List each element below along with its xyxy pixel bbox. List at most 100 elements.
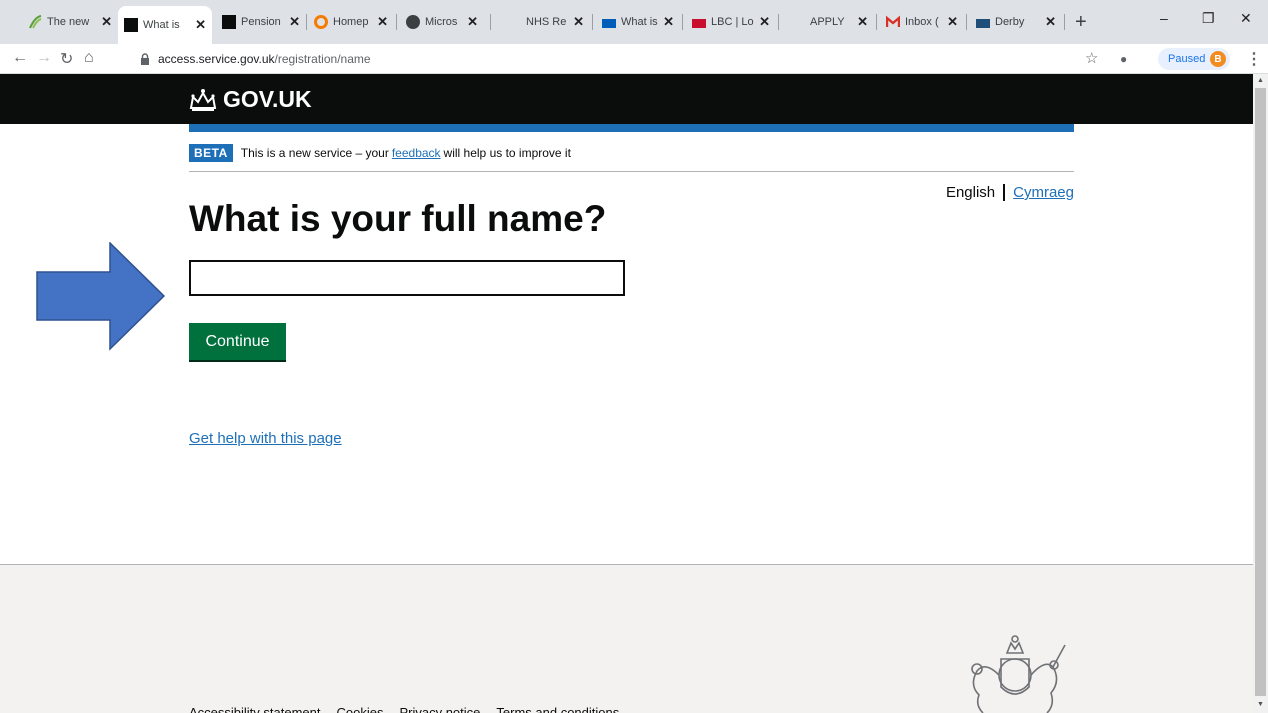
back-arrow-icon[interactable]: ←	[12, 49, 28, 67]
tab-label: Micros	[425, 16, 458, 28]
address-bar[interactable]: access.service.gov.uk/registration/name	[140, 47, 1080, 71]
browser-tab[interactable]: Inbox ( ✕	[880, 8, 964, 36]
bookmark-star-icon[interactable]: ☆	[1085, 49, 1098, 67]
full-name-input[interactable]	[189, 260, 625, 296]
nhs-favicon-icon	[602, 18, 616, 28]
tab-close-icon[interactable]: ✕	[1045, 14, 1056, 30]
avatar: B	[1210, 51, 1226, 67]
home-icon[interactable]: ⌂	[84, 49, 94, 67]
restore-window-icon[interactable]: ❐	[1202, 10, 1215, 27]
footer-links: Accessibility statement Cookies Privacy …	[189, 705, 619, 713]
scrollbar-thumb[interactable]	[1255, 88, 1266, 696]
govuk-crown-favicon-icon	[124, 18, 138, 32]
browser-tab[interactable]: What is ✕	[596, 8, 680, 36]
tab-favicon-icon	[28, 15, 42, 29]
get-help-link[interactable]: Get help with this page	[189, 430, 342, 447]
tab-close-icon[interactable]: ✕	[101, 14, 112, 30]
extension-circle-icon[interactable]: ●	[1120, 52, 1127, 66]
reload-icon[interactable]: ↻	[60, 49, 73, 69]
tab-label: NHS Re	[526, 16, 567, 28]
lbc-favicon-icon	[692, 18, 706, 28]
govuk-footer: Accessibility statement Cookies Privacy …	[0, 564, 1253, 713]
browser-toolbar: ← → ↻ ⌂ access.service.gov.uk/registrati…	[0, 44, 1268, 74]
browser-tab[interactable]: APPLY ✕	[804, 8, 874, 36]
browser-tab[interactable]: Pension ✕	[216, 8, 306, 36]
language-separator	[1003, 184, 1006, 201]
tab-close-icon[interactable]: ✕	[289, 14, 300, 30]
page-scrollbar[interactable]: ▲ ▼	[1253, 74, 1268, 713]
tab-separator	[778, 14, 779, 30]
tab-close-icon[interactable]: ✕	[759, 14, 770, 30]
browser-tab[interactable]: NHS Re ✕	[520, 8, 590, 36]
govuk-logo-text: GOV.UK	[223, 86, 312, 112]
url-host: access.service.gov.uk	[158, 52, 275, 66]
govuk-crown-favicon-icon	[222, 15, 236, 29]
tab-separator	[490, 14, 491, 30]
royal-coat-of-arms-icon	[971, 635, 1066, 713]
footer-privacy-link[interactable]: Privacy notice	[399, 705, 480, 713]
language-toggle: English Cymraeg	[946, 184, 1074, 201]
tab-label: Pension	[241, 16, 281, 28]
tab-label: APPLY	[810, 16, 845, 28]
minimize-window-icon[interactable]: –	[1160, 10, 1168, 26]
language-welsh-link[interactable]: Cymraeg	[1013, 184, 1074, 201]
close-window-icon[interactable]: ✕	[1240, 10, 1252, 27]
new-tab-icon[interactable]: +	[1075, 11, 1087, 34]
browser-tab-active[interactable]: What is ✕	[118, 6, 212, 44]
header-blue-border	[189, 124, 1074, 132]
tab-label: Homep	[333, 16, 369, 28]
tab-close-icon[interactable]: ✕	[573, 14, 584, 30]
footer-terms-link[interactable]: Terms and conditions	[496, 705, 619, 713]
blue-pointer-arrow-icon	[36, 242, 166, 351]
tab-close-icon[interactable]: ✕	[947, 14, 958, 30]
phase-banner: BETA This is a new service – your feedba…	[189, 144, 571, 162]
feedback-link[interactable]: feedback	[392, 146, 441, 160]
lock-icon	[141, 53, 149, 65]
scroll-up-icon[interactable]: ▲	[1257, 77, 1264, 84]
browser-tab[interactable]: LBC | Lo ✕	[686, 8, 776, 36]
tab-label: The new	[47, 16, 90, 28]
tab-separator	[396, 14, 397, 30]
tab-label: What is	[143, 19, 180, 31]
tab-close-icon[interactable]: ✕	[467, 14, 478, 30]
url-path: /registration/name	[274, 52, 371, 66]
forward-arrow-icon[interactable]: →	[36, 49, 52, 67]
continue-button[interactable]: Continue	[189, 323, 286, 360]
footer-cookies-link[interactable]: Cookies	[337, 705, 384, 713]
tab-label: What is	[621, 16, 658, 28]
tab-separator	[306, 14, 307, 30]
footer-accessibility-link[interactable]: Accessibility statement	[189, 705, 321, 713]
tab-close-icon[interactable]: ✕	[857, 14, 868, 30]
page-title: What is your full name?	[189, 198, 607, 239]
govuk-logo[interactable]: GOV.UK	[189, 86, 312, 113]
beta-tag: BETA	[189, 144, 233, 162]
govuk-header: GOV.UK	[0, 74, 1253, 124]
browser-menu-icon[interactable]: ⋮	[1246, 49, 1262, 69]
circle-favicon-icon	[314, 15, 328, 29]
derby-favicon-icon	[976, 18, 990, 28]
phase-banner-divider	[189, 171, 1074, 172]
tab-label: Inbox (	[905, 16, 939, 28]
page-viewport: GOV.UK BETA This is a new service – your…	[0, 74, 1253, 713]
beta-text-after: will help us to improve it	[443, 146, 571, 160]
tab-separator	[876, 14, 877, 30]
scroll-down-icon[interactable]: ▼	[1257, 701, 1264, 708]
profile-status-label: Paused	[1168, 53, 1206, 65]
browser-tab[interactable]: Derby ✕	[970, 8, 1062, 36]
browser-tab[interactable]: Micros ✕	[400, 8, 484, 36]
language-current: English	[945, 184, 996, 201]
tab-separator	[1064, 14, 1065, 30]
tab-close-icon[interactable]: ✕	[195, 17, 206, 33]
tab-separator	[966, 14, 967, 30]
browser-tab[interactable]: The new ✕	[22, 8, 118, 36]
browser-tab[interactable]: Homep ✕	[308, 8, 394, 36]
tab-close-icon[interactable]: ✕	[663, 14, 674, 30]
profile-paused-button[interactable]: Paused B	[1158, 48, 1230, 70]
tab-label: Derby	[995, 16, 1025, 28]
tab-close-icon[interactable]: ✕	[377, 14, 388, 30]
gmail-favicon-icon	[885, 15, 901, 29]
crown-icon	[189, 88, 217, 111]
beta-text-before: This is a new service – your	[240, 146, 389, 160]
tab-separator	[682, 14, 683, 30]
tab-label: LBC | Lo	[711, 16, 754, 28]
